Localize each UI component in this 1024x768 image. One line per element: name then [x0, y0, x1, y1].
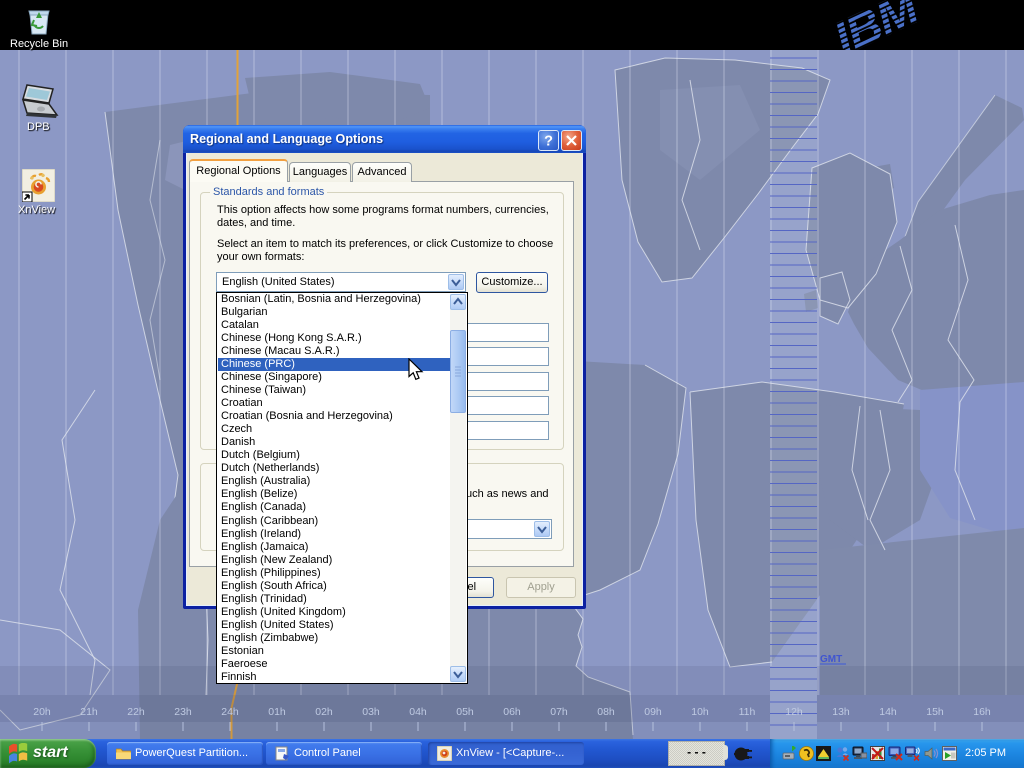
svg-text:14h: 14h — [879, 706, 897, 718]
svg-text:11h: 11h — [739, 706, 756, 718]
svg-text:02h: 02h — [315, 706, 333, 718]
svg-text:09h: 09h — [644, 706, 662, 718]
svg-text:GMT: GMT — [820, 654, 842, 665]
svg-text:?: ? — [544, 134, 553, 150]
svg-text:07h: 07h — [550, 706, 568, 718]
svg-text:05h: 05h — [456, 706, 474, 718]
svg-text:22h: 22h — [127, 706, 145, 718]
svg-text:IBM: IBM — [828, 0, 927, 50]
svg-text:21h: 21h — [80, 706, 98, 718]
svg-text:04h: 04h — [409, 706, 427, 718]
svg-text:20h: 20h — [33, 706, 51, 718]
svg-text:16h: 16h — [973, 706, 991, 718]
svg-text:23h: 23h — [174, 706, 192, 718]
svg-text:15h: 15h — [926, 706, 944, 718]
svg-text:08h: 08h — [597, 706, 615, 718]
svg-text:10h: 10h — [691, 706, 709, 718]
svg-text:01h: 01h — [268, 706, 286, 718]
svg-text:03h: 03h — [362, 706, 380, 718]
svg-text:06h: 06h — [503, 706, 521, 718]
svg-text:13h: 13h — [832, 706, 850, 718]
svg-text:12h: 12h — [785, 706, 803, 718]
svg-text:24h: 24h — [221, 706, 239, 718]
